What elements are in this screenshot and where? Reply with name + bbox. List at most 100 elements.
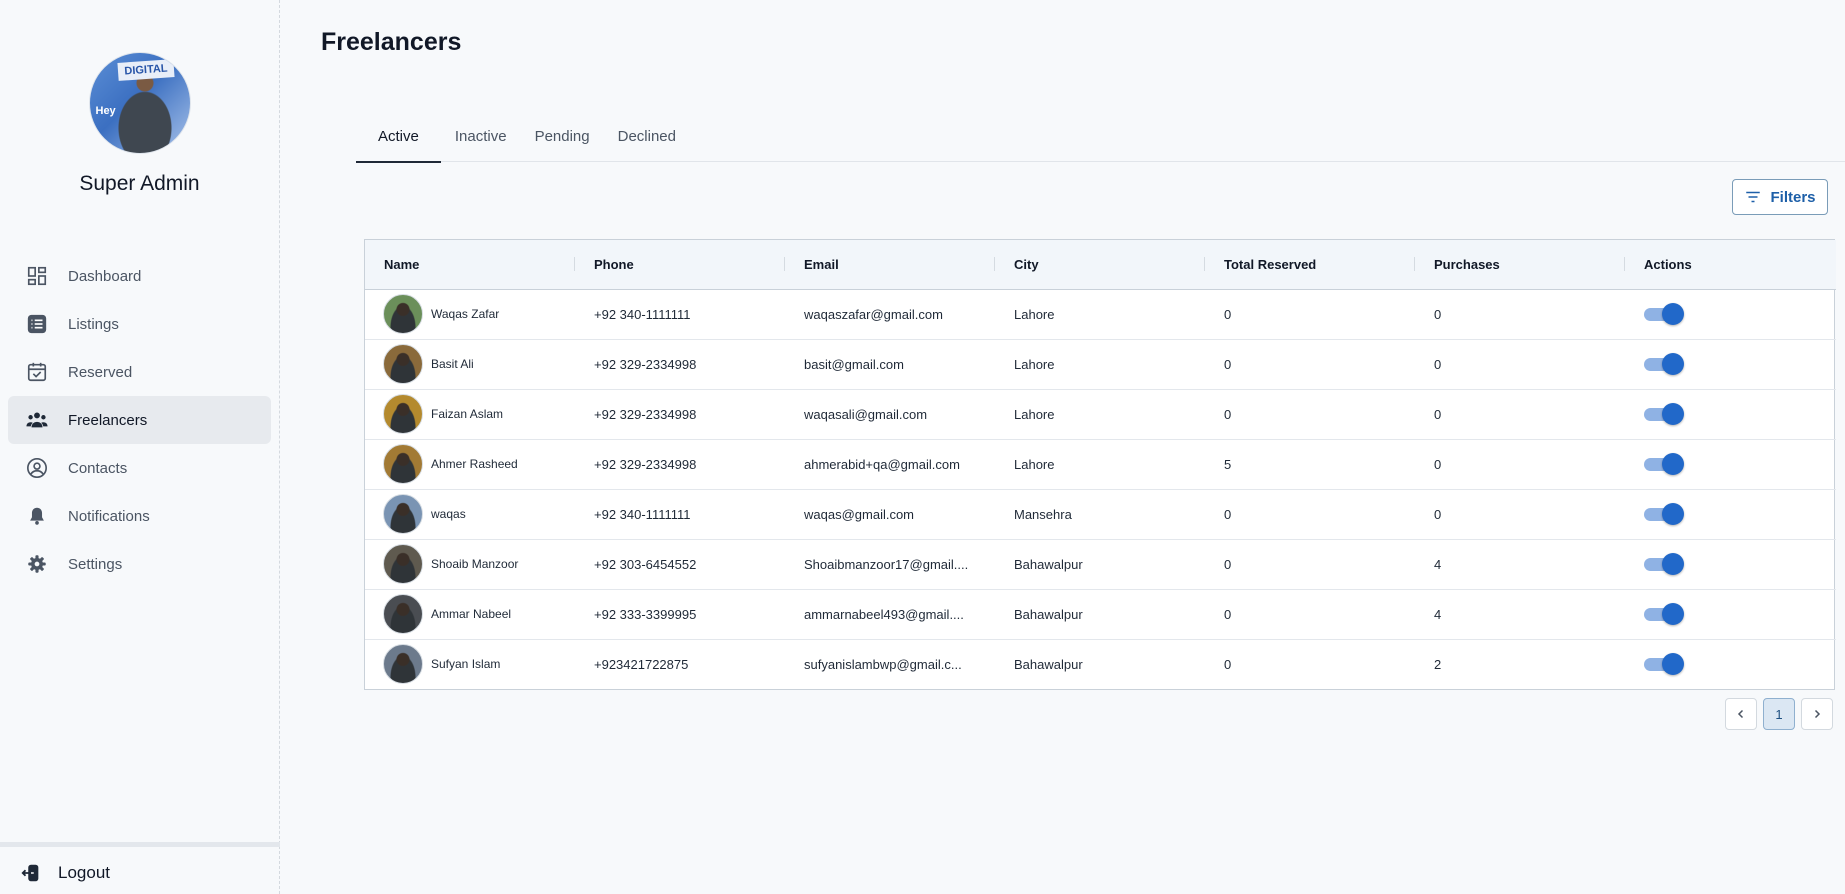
status-toggle[interactable] [1644, 403, 1684, 425]
name-wrap: Ammar Nabeel [383, 594, 575, 634]
column-header-total-reserved: Total Reserved [1205, 240, 1415, 289]
status-toggle[interactable] [1644, 353, 1684, 375]
actions-cell [1625, 639, 1836, 689]
email-cell: waqas@gmail.com [804, 506, 915, 522]
freelancer-name: Shoaib Manzoor [431, 557, 519, 571]
email-cell: ammarnabeel493@gmail.... [804, 606, 964, 622]
status-toggle[interactable] [1644, 653, 1684, 676]
table-row: waqas +92 340-1111111 waqas@gmail.com Ma… [365, 489, 1836, 539]
chevron-right-icon [1814, 709, 1821, 719]
purchases-cell: 0 [1434, 356, 1442, 372]
name-cell: Sufyan Islam [365, 639, 575, 689]
logout-label: Logout [58, 863, 110, 882]
freelancer-name: Waqas Zafar [431, 307, 500, 321]
sidebar-item-settings[interactable]: Settings [8, 540, 271, 588]
toggle-knob [1662, 453, 1684, 475]
email-cell: ahmerabid+qa@gmail.com [804, 456, 960, 472]
actions-cell [1625, 439, 1836, 489]
table-header-row: Name Phone Email City Total Reserved Pur… [365, 240, 1836, 289]
filters-button[interactable]: Filters [1732, 179, 1828, 215]
status-toggle[interactable] [1644, 303, 1684, 325]
status-toggle[interactable] [1644, 503, 1684, 525]
chevron-left-icon [1737, 709, 1744, 719]
listings-icon [26, 313, 48, 335]
name-wrap: Sufyan Islam [383, 644, 575, 685]
filters-label: Filters [1770, 188, 1816, 206]
column-header-email: Email [785, 240, 995, 289]
gear-icon [26, 553, 48, 575]
tab-declined[interactable]: Declined [604, 118, 690, 162]
freelancer-name: waqas [431, 507, 466, 521]
avatar-hey-text: Hey [95, 105, 116, 117]
sidebar-item-reserved[interactable]: Reserved [8, 348, 271, 396]
toggle-knob [1662, 603, 1684, 625]
sidebar-item-contacts[interactable]: Contacts [8, 444, 271, 492]
toggle-knob [1662, 653, 1684, 676]
purchases-cell: 0 [1434, 456, 1442, 472]
avatar [383, 294, 423, 334]
toggle-knob [1662, 553, 1684, 575]
freelancer-name: Faizan Aslam [431, 407, 504, 421]
name-cell: Faizan Aslam [365, 389, 575, 439]
status-toggle[interactable] [1644, 553, 1684, 575]
toggle-knob [1662, 353, 1684, 375]
column-header-city: City [995, 240, 1205, 289]
tab-active[interactable]: Active [356, 118, 441, 163]
sidebar-item-listings[interactable]: Listings [8, 300, 271, 348]
sidebar-item-freelancers[interactable]: Freelancers [8, 396, 271, 444]
table-row: Waqas Zafar +92 340-1111111 waqaszafar@g… [365, 289, 1836, 339]
sidebar-item-dashboard[interactable]: Dashboard [8, 252, 271, 300]
city-cell: Bahawalpur [1014, 556, 1083, 572]
phone-cell: +92 340-1111111 [594, 506, 691, 522]
table-row: Shoaib Manzoor +92 303-6454552 Shoaibman… [365, 539, 1836, 589]
column-header-actions: Actions [1644, 256, 1692, 272]
sidebar-item-label: Listings [68, 315, 119, 333]
avatar [383, 544, 423, 584]
sidebar-item-label: Settings [68, 555, 123, 573]
purchases-cell: 2 [1434, 656, 1442, 672]
city-cell: Mansehra [1014, 506, 1072, 522]
prev-page-button[interactable] [1725, 698, 1757, 730]
profile-name: Super Admin [79, 172, 200, 195]
city-cell: Bahawalpur [1014, 656, 1083, 672]
toggle-knob [1662, 503, 1684, 525]
sidebar-item-label: Contacts [68, 459, 128, 477]
table-row: Ahmer Rasheed +92 329-2334998 ahmerabid+… [365, 439, 1836, 489]
phone-cell: +92 329-2334998 [594, 456, 697, 472]
table-body: Waqas Zafar +92 340-1111111 waqaszafar@g… [365, 289, 1836, 689]
total-reserved-cell: 0 [1224, 656, 1232, 672]
phone-cell: +92 329-2334998 [594, 356, 697, 372]
avatar [383, 444, 423, 484]
name-cell: Ammar Nabeel [365, 589, 575, 639]
status-toggle[interactable] [1644, 603, 1684, 625]
table-row: Basit Ali +92 329-2334998 basit@gmail.co… [365, 339, 1836, 389]
dashboard-icon [26, 265, 48, 287]
avatar-banner-text: DIGITAL [116, 59, 175, 81]
total-reserved-cell: 0 [1224, 606, 1232, 622]
logout-icon [20, 862, 42, 884]
email-cell: sufyanislambwp@gmail.c... [804, 656, 962, 672]
total-reserved-cell: 0 [1224, 306, 1232, 322]
next-page-button[interactable] [1801, 698, 1833, 730]
logout-button[interactable]: Logout [20, 862, 110, 884]
table-row: Sufyan Islam +923421722875 sufyanislambw… [365, 639, 1836, 689]
freelancer-name: Basit Ali [431, 357, 474, 371]
status-toggle[interactable] [1644, 453, 1684, 475]
page-button-current[interactable]: 1 [1763, 698, 1795, 730]
contact-icon [26, 457, 48, 479]
table-row: Faizan Aslam +92 329-2334998 waqasali@gm… [365, 389, 1836, 439]
city-cell: Bahawalpur [1014, 606, 1083, 622]
sidebar-item-label: Notifications [68, 507, 150, 525]
tab-pending[interactable]: Pending [521, 118, 604, 162]
city-cell: Lahore [1014, 356, 1055, 372]
column-header-phone: Phone [575, 240, 785, 289]
actions-cell [1625, 339, 1836, 389]
email-cell: waqasali@gmail.com [804, 406, 928, 422]
sidebar-divider [0, 842, 280, 847]
freelancer-name: Ahmer Rasheed [431, 457, 518, 471]
tab-inactive[interactable]: Inactive [441, 118, 521, 162]
sidebar-item-notifications[interactable]: Notifications [8, 492, 271, 540]
status-tabs: Active Inactive Pending Declined [356, 118, 1845, 163]
name-cell: Waqas Zafar [365, 289, 575, 339]
name-cell: Shoaib Manzoor [365, 539, 575, 589]
